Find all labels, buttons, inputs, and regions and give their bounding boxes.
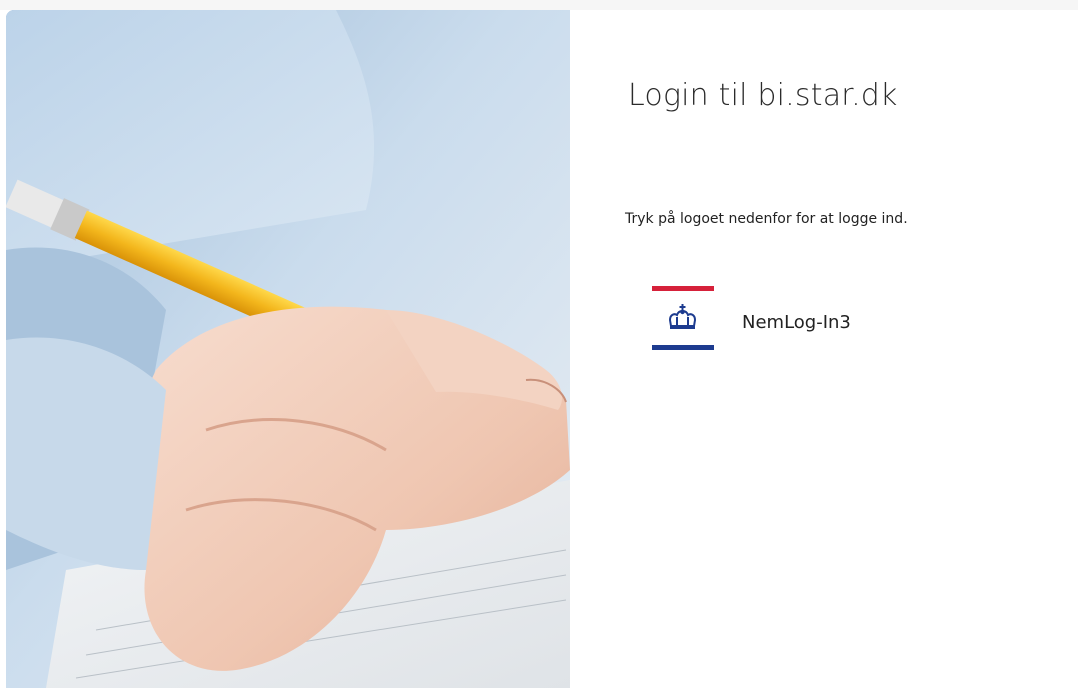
login-instruction: Tryk på logoet nedenfor for at logge ind… [625, 211, 908, 227]
login-page: Login til bi.star.dk Tryk på logoet nede… [0, 0, 1078, 688]
danish-crown-icon[interactable] [650, 282, 716, 354]
login-panel: Login til bi.star.dk Tryk på logoet nede… [570, 10, 1078, 688]
top-strip [0, 0, 1078, 10]
page-title: Login til bi.star.dk [628, 78, 898, 113]
hero-photo [6, 10, 570, 688]
nemlog-in-button[interactable]: NemLog-In3 [650, 282, 880, 354]
provider-label[interactable]: NemLog-In3 [742, 312, 851, 333]
